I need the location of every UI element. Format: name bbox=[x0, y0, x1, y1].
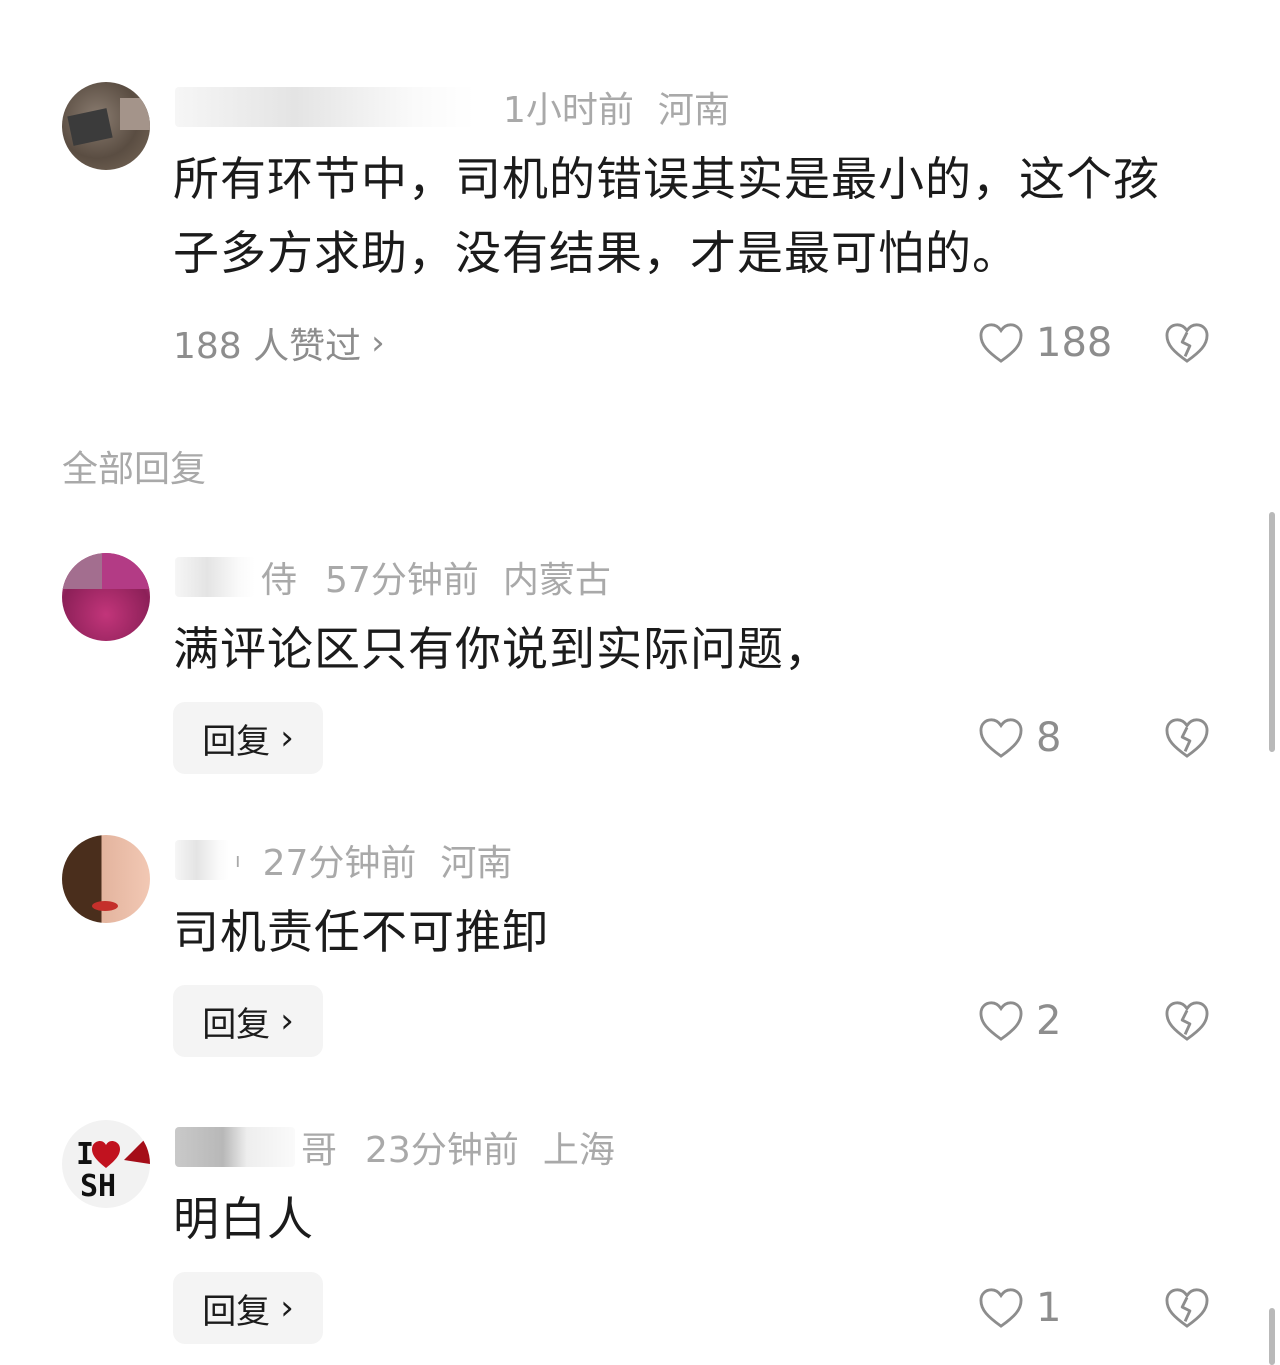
username-blurred[interactable] bbox=[175, 1127, 295, 1167]
scrollbar[interactable] bbox=[1269, 1308, 1275, 1365]
broken-heart-icon bbox=[1165, 323, 1209, 363]
username-suffix: 哥 bbox=[301, 1130, 338, 1171]
comment-meta: 侍 57分钟前 内蒙古 bbox=[175, 552, 611, 602]
like-button[interactable]: 1 bbox=[978, 1283, 1061, 1333]
like-button[interactable]: 8 bbox=[978, 713, 1061, 763]
avatar[interactable]: I SH bbox=[62, 1120, 150, 1208]
comment-thread: 1小时前 河南 所有环节中，司机的错误其实是最小的，这个孩子多方求助，没有结果，… bbox=[0, 0, 1280, 1365]
avatar[interactable] bbox=[62, 835, 150, 923]
broken-heart-icon bbox=[1165, 1001, 1209, 1041]
avatar[interactable] bbox=[62, 82, 150, 170]
likers-label: 188 人赞过 bbox=[173, 326, 362, 367]
username-suffix: ı bbox=[235, 848, 241, 872]
comment-location: 河南 bbox=[657, 90, 730, 131]
reply-button[interactable]: 回复 › bbox=[173, 985, 323, 1057]
chevron-right-icon: › bbox=[280, 718, 294, 758]
broken-heart-icon bbox=[1165, 718, 1209, 758]
dislike-button[interactable] bbox=[1163, 1283, 1211, 1333]
avatar[interactable] bbox=[62, 553, 150, 641]
like-count: 2 bbox=[1036, 998, 1062, 1044]
chevron-right-icon: › bbox=[280, 1001, 294, 1041]
like-button[interactable]: 2 bbox=[978, 996, 1061, 1046]
dislike-button[interactable] bbox=[1163, 713, 1211, 763]
username-suffix: 侍 bbox=[261, 560, 298, 601]
comment-time: 27分钟前 bbox=[262, 843, 417, 884]
comment-text: 司机责任不可推卸 bbox=[173, 905, 549, 959]
chevron-right-icon: › bbox=[280, 1288, 294, 1328]
heart-outline-icon bbox=[979, 323, 1023, 363]
svg-text:SH: SH bbox=[80, 1169, 116, 1204]
like-count: 188 bbox=[1036, 320, 1113, 366]
heart-outline-icon bbox=[979, 1288, 1023, 1328]
comment-meta: 哥 23分钟前 上海 bbox=[175, 1122, 615, 1172]
section-title: 全部回复 bbox=[62, 449, 207, 490]
dislike-button[interactable] bbox=[1163, 318, 1211, 368]
comment-location: 河南 bbox=[440, 843, 513, 884]
like-count: 1 bbox=[1036, 1285, 1062, 1331]
heart-outline-icon bbox=[979, 718, 1023, 758]
comment-location: 上海 bbox=[542, 1130, 615, 1171]
reply-button[interactable]: 回复 › bbox=[173, 1272, 323, 1344]
comment-time: 57分钟前 bbox=[325, 560, 479, 601]
i-love-sh-logo: I SH bbox=[76, 1134, 150, 1204]
heart-outline-icon bbox=[979, 1001, 1023, 1041]
dislike-button[interactable] bbox=[1163, 996, 1211, 1046]
comment-text: 所有环节中，司机的错误其实是最小的，这个孩子多方求助，没有结果，才是最可怕的。 bbox=[173, 152, 1160, 280]
username-blurred[interactable] bbox=[175, 87, 475, 127]
comment-meta: 1小时前 河南 bbox=[175, 82, 730, 132]
reply-label: 回复 bbox=[202, 1004, 271, 1045]
comment-time: 1小时前 bbox=[503, 90, 634, 131]
comment-text: 明白人 bbox=[173, 1192, 314, 1246]
comment-time: 23分钟前 bbox=[365, 1130, 519, 1171]
username-blurred[interactable] bbox=[175, 840, 229, 880]
comment-location: 内蒙古 bbox=[502, 560, 611, 601]
like-button[interactable]: 188 bbox=[978, 318, 1112, 368]
reply-label: 回复 bbox=[202, 721, 271, 762]
likers-link[interactable]: 188 人赞过 › bbox=[173, 318, 385, 368]
comment-meta: ı 27分钟前 河南 bbox=[175, 835, 512, 885]
comment-text: 满评论区只有你说到实际问题， bbox=[173, 622, 831, 676]
reply-button[interactable]: 回复 › bbox=[173, 702, 323, 774]
svg-text:I: I bbox=[76, 1137, 94, 1172]
username-blurred[interactable] bbox=[175, 557, 255, 597]
reply-label: 回复 bbox=[202, 1291, 271, 1332]
like-count: 8 bbox=[1036, 715, 1062, 761]
scrollbar[interactable] bbox=[1269, 512, 1275, 752]
broken-heart-icon bbox=[1165, 1288, 1209, 1328]
chevron-right-icon: › bbox=[371, 323, 385, 363]
